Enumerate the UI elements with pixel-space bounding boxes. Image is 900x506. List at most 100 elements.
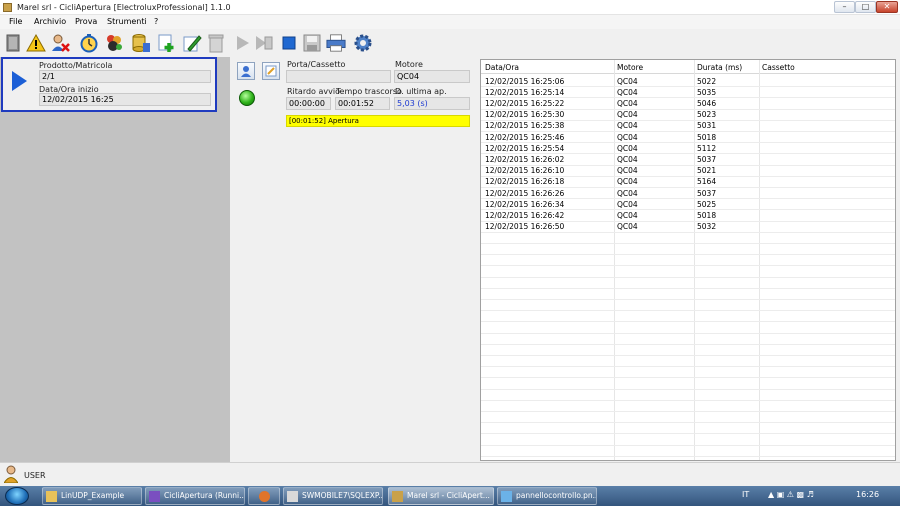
save-icon[interactable] bbox=[302, 33, 322, 53]
taskbar-item-linudp[interactable]: LinUDP_Example bbox=[42, 487, 142, 505]
column-header[interactable]: Data/Ora bbox=[485, 63, 519, 72]
taskbar-item-pannello[interactable]: pannellocontrollo.pn... bbox=[497, 487, 597, 505]
close-button[interactable]: ✕ bbox=[876, 1, 898, 13]
table-cell: QC04 bbox=[617, 200, 638, 209]
taskbar-item-firefox[interactable] bbox=[248, 487, 280, 505]
row-divider bbox=[481, 299, 895, 300]
table-cell: 12/02/2015 16:25:14 bbox=[485, 88, 565, 97]
toolbar bbox=[0, 29, 900, 57]
row-divider bbox=[481, 333, 895, 334]
table-cell: 12/02/2015 16:26:02 bbox=[485, 155, 565, 164]
door-label: Porta/Cassetto bbox=[287, 60, 346, 69]
table-cell: 12/02/2015 16:26:34 bbox=[485, 200, 565, 209]
start-button[interactable] bbox=[5, 487, 29, 505]
table-cell: QC04 bbox=[617, 189, 638, 198]
clock[interactable]: 16:26 bbox=[856, 490, 879, 499]
row-divider bbox=[481, 411, 895, 412]
table-cell: 12/02/2015 16:25:38 bbox=[485, 121, 565, 130]
taskbar-item-marel[interactable]: Marel srl - CicliApert... bbox=[388, 487, 494, 505]
taskbar-item-sql[interactable]: SWMOBILE7\SQLEXP... bbox=[283, 487, 383, 505]
cycles-table[interactable]: Data/Ora Motore Durata (ms) Cassetto 12/02/2… bbox=[480, 59, 896, 461]
taskbar-item-cicliapertura-running[interactable]: CicliApertura (Runni... bbox=[145, 487, 245, 505]
settings-icon[interactable] bbox=[353, 33, 373, 53]
table-cell: 12/02/2015 16:26:42 bbox=[485, 211, 565, 220]
table-cell: QC04 bbox=[617, 155, 638, 164]
table-cell: QC04 bbox=[617, 133, 638, 142]
delay-label: Ritardo avvio bbox=[287, 87, 340, 96]
row-divider bbox=[481, 355, 895, 356]
table-cell: QC04 bbox=[617, 144, 638, 153]
table-cell: 12/02/2015 16:26:50 bbox=[485, 222, 565, 231]
group-icon[interactable] bbox=[104, 33, 124, 53]
elapsed-value: 00:01:52 bbox=[335, 97, 390, 110]
database-icon[interactable] bbox=[131, 33, 151, 53]
row-divider bbox=[481, 366, 895, 367]
table-cell: 5037 bbox=[697, 189, 717, 198]
row-divider bbox=[481, 400, 895, 401]
product-label: Prodotto/Matricola bbox=[39, 61, 113, 70]
table-cell: 12/02/2015 16:26:26 bbox=[485, 189, 565, 198]
table-cell: QC04 bbox=[617, 88, 638, 97]
sql-icon bbox=[287, 491, 298, 502]
language-indicator[interactable]: IT bbox=[742, 490, 749, 499]
table-cell: 5046 bbox=[697, 99, 717, 108]
play-icon[interactable] bbox=[233, 33, 253, 53]
table-cell: QC04 bbox=[617, 121, 638, 130]
row-divider bbox=[481, 344, 895, 345]
last-opening-label: D. ultima ap. bbox=[395, 87, 447, 96]
motor-value: QC04 bbox=[394, 70, 470, 83]
row-divider bbox=[481, 153, 895, 154]
menu-bar: File Archivio Prova Strumenti ? bbox=[0, 15, 900, 29]
table-cell: 5164 bbox=[697, 177, 717, 186]
add-icon[interactable] bbox=[156, 33, 176, 53]
delay-value: 00:00:00 bbox=[286, 97, 331, 110]
column-header[interactable]: Motore bbox=[617, 63, 643, 72]
table-cell: 12/02/2015 16:25:46 bbox=[485, 133, 565, 142]
row-divider bbox=[481, 187, 895, 188]
row-divider bbox=[481, 321, 895, 322]
row-divider bbox=[481, 265, 895, 266]
maximize-button[interactable]: □ bbox=[855, 1, 876, 13]
user-button[interactable] bbox=[237, 62, 255, 80]
edit-icon[interactable] bbox=[182, 33, 202, 53]
window-title: Marel srl - CicliApertura [ElectroluxPro… bbox=[17, 3, 231, 12]
menu-archivio[interactable]: Archivio bbox=[34, 17, 66, 26]
user-delete-icon[interactable] bbox=[50, 33, 70, 53]
table-cell: QC04 bbox=[617, 77, 638, 86]
edit-button[interactable] bbox=[262, 62, 280, 80]
play-icon[interactable] bbox=[12, 71, 27, 91]
run-panel-area: Prodotto/Matricola 2/1 Data/Ora inizio 1… bbox=[0, 57, 230, 462]
warning-icon[interactable] bbox=[26, 33, 46, 53]
print-icon[interactable] bbox=[326, 33, 346, 53]
exit-icon[interactable] bbox=[3, 33, 23, 53]
table-cell: 12/02/2015 16:25:30 bbox=[485, 110, 565, 119]
column-header[interactable]: Durata (ms) bbox=[697, 63, 742, 72]
timer-icon[interactable] bbox=[79, 33, 99, 53]
run-box[interactable]: Prodotto/Matricola 2/1 Data/Ora inizio 1… bbox=[1, 57, 217, 112]
table-cell: QC04 bbox=[617, 166, 638, 175]
tray-icons[interactable]: ▲ ▣ ⚠ ▩ ♬ bbox=[768, 490, 814, 499]
app-icon bbox=[3, 3, 12, 12]
menu-file[interactable]: File bbox=[9, 17, 22, 26]
table-cell: 12/02/2015 16:25:22 bbox=[485, 99, 565, 108]
row-divider bbox=[481, 310, 895, 311]
table-cell: 12/02/2015 16:25:06 bbox=[485, 77, 565, 86]
menu-help[interactable]: ? bbox=[154, 17, 158, 26]
user-bar: USER bbox=[0, 462, 900, 486]
minimize-button[interactable]: – bbox=[834, 1, 855, 13]
row-divider bbox=[481, 277, 895, 278]
column-header[interactable]: Cassetto bbox=[762, 63, 795, 72]
menu-strumenti[interactable]: Strumenti bbox=[107, 17, 147, 26]
table-cell: QC04 bbox=[617, 99, 638, 108]
table-cell: QC04 bbox=[617, 177, 638, 186]
row-divider bbox=[481, 254, 895, 255]
table-cell: 12/02/2015 16:26:10 bbox=[485, 166, 565, 175]
last-opening-value: 5,03 (s) bbox=[394, 97, 470, 110]
table-cell: 12/02/2015 16:25:54 bbox=[485, 144, 565, 153]
title-bar: Marel srl - CicliApertura [ElectroluxPro… bbox=[0, 0, 900, 15]
trash-icon[interactable] bbox=[206, 33, 226, 53]
row-divider bbox=[481, 433, 895, 434]
menu-prova[interactable]: Prova bbox=[75, 17, 97, 26]
skip-icon[interactable] bbox=[254, 33, 274, 53]
stop-icon[interactable] bbox=[279, 33, 299, 53]
